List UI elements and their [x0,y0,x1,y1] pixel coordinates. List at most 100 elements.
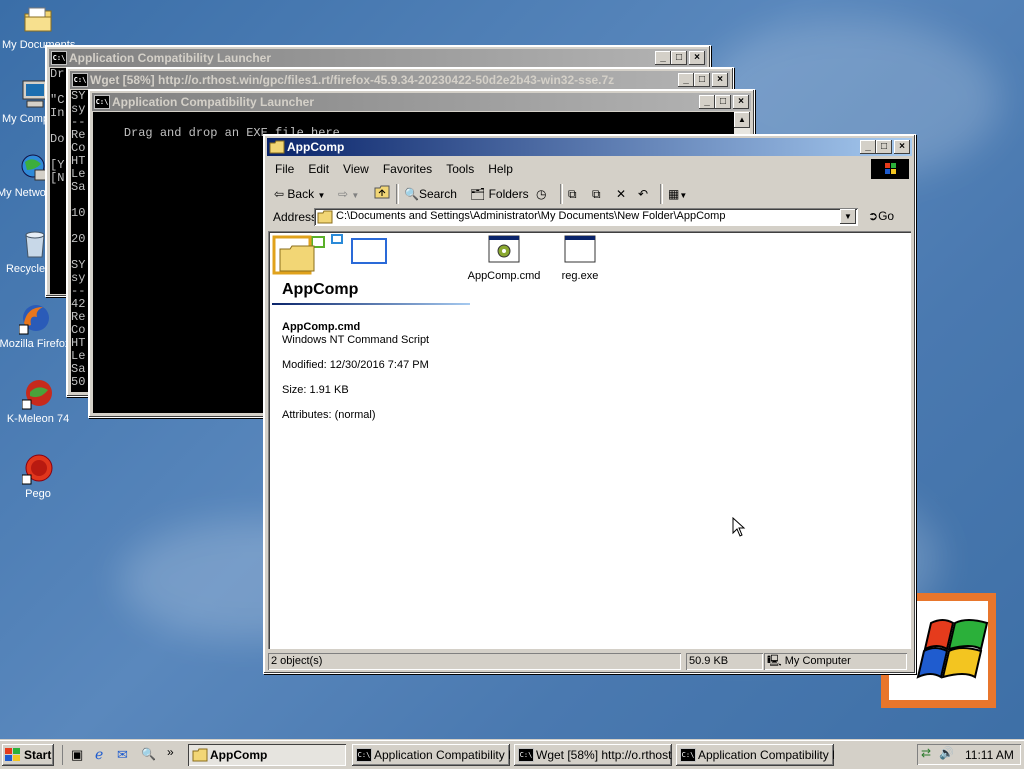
address-field[interactable]: C:\Documents and Settings\Administrator\… [314,208,858,226]
address-dropdown-button[interactable]: ▼ [840,209,856,224]
file-name: reg.exe [561,270,599,282]
menu-favorites[interactable]: Favorites [376,159,439,179]
folder-content[interactable]: AppComp AppComp.cmd Windows NT Command S… [268,231,911,649]
console-icon: C:\ [94,95,110,109]
file-item[interactable]: AppComp.cmd [464,235,544,282]
folder-heading: AppComp [282,281,359,298]
file-details-name: AppComp.cmd [282,321,361,333]
chevron-icon[interactable]: » [167,745,174,759]
history-button[interactable]: ◷ [536,185,546,203]
desktop-icon[interactable]: ▣ [71,747,83,763]
file-details-modified: Modified: 12/30/2016 7:47 PM [282,359,429,371]
maximize-button[interactable]: □ [876,140,892,154]
desktop-icon-pego[interactable]: Pego [0,453,76,500]
heading-underline [272,303,470,305]
folder-banner [270,233,388,281]
desktop-icon-my-documents[interactable]: My Documents [0,4,76,51]
system-tray: ⇄ 🔊 11:11 AM [917,744,1021,765]
task-appcomp[interactable]: AppComp [188,744,346,766]
console-icon: C:\ [356,748,372,762]
windows-throbber-icon [871,159,909,179]
desktop-icon-k-meleon[interactable]: K-Meleon 74 [0,378,76,425]
menu-view[interactable]: View [336,159,376,179]
file-details-type: Windows NT Command Script [282,334,430,346]
close-button[interactable]: × [733,95,749,109]
folder-banner-icon [272,234,387,275]
standard-toolbar: ⇦ Back ▼ ⇨ ▼ 🔍Search 🗂 Folders ◷ ⧉ ⧉ ✕ ↶… [268,182,911,206]
maximize-button[interactable]: □ [671,51,687,65]
search-button[interactable]: 🔍Search [404,185,457,203]
desktop-icon-firefox[interactable]: Mozilla Firefox [0,303,73,350]
scroll-up-button[interactable]: ▲ [734,112,750,128]
views-icon: ▦ [668,187,680,201]
cmd-script-icon [488,235,520,263]
folder-icon [192,748,208,762]
minimize-button[interactable]: _ [678,73,694,87]
file-details-attributes: Attributes: (normal) [282,409,376,421]
task-wget[interactable]: C:\ Wget [58%] http://o.rthost.... [514,744,672,766]
title-bar[interactable]: C:\ Wget [58%] http://o.rthost.win/gpc/f… [70,71,730,89]
network-tray-icon[interactable]: ⇄ [921,746,931,760]
title-bar[interactable]: C:\ Application Compatibility Launcher _… [49,49,707,67]
menu-file[interactable]: File [268,159,301,179]
go-button[interactable]: ➲Go [868,209,894,223]
file-item[interactable]: reg.exe [540,235,620,282]
folder-icon [22,4,54,36]
status-zone: 🖳 My Computer [764,653,907,670]
desktop-icon-label: K-Meleon 74 [6,413,70,425]
search-icon[interactable]: 🔍 [141,747,156,761]
maximize-button[interactable]: □ [694,73,710,87]
copy-to-button[interactable]: ⧉ [592,185,601,203]
up-folder-button[interactable] [374,185,390,203]
console-icon: C:\ [72,73,88,87]
address-bar: Address C:\Documents and Settings\Admini… [268,207,911,229]
close-button[interactable]: × [689,51,705,65]
views-button[interactable]: ▦▼ [668,185,687,203]
computer-icon: 🖳 [767,655,782,667]
status-bar: 2 object(s) 50.9 KB 🖳 My Computer [268,653,911,671]
menu-help[interactable]: Help [481,159,520,179]
sound-tray-icon[interactable]: 🔊 [939,746,954,760]
forward-button[interactable]: ⇨ ▼ [338,185,359,203]
minimize-button[interactable]: _ [655,51,671,65]
folders-icon: 🗂 [470,187,486,201]
start-button[interactable]: Start [2,744,54,766]
internet-explorer-icon[interactable]: ℯ [95,746,103,763]
minimize-button[interactable]: _ [860,140,876,154]
address-value: C:\Documents and Settings\Administrator\… [336,210,726,222]
title-bar[interactable]: C:\ Application Compatibility Launcher _… [92,93,751,111]
title-bar[interactable]: AppComp _ □ × [267,138,912,156]
window-title: AppComp [287,140,345,154]
menu-tools[interactable]: Tools [439,159,481,179]
minimize-button[interactable]: _ [699,95,715,109]
task-app-compat-1[interactable]: C:\ Application Compatibility L... [352,744,510,766]
clock[interactable]: 11:11 AM [965,748,1014,762]
close-button[interactable]: × [894,140,910,154]
console-icon: C:\ [51,51,67,65]
up-folder-icon [374,185,390,199]
status-object-count: 2 object(s) [268,653,681,670]
outlook-icon[interactable]: ✉ [117,747,128,763]
undo-button[interactable]: ↶ [638,185,648,203]
back-button[interactable]: ⇦ Back ▼ [274,185,325,203]
console-icon: C:\ [680,748,696,762]
move-to-button[interactable]: ⧉ [568,185,577,203]
folders-button[interactable]: 🗂 Folders [470,185,529,203]
task-app-compat-2[interactable]: C:\ Application Compatibility L... [676,744,834,766]
delete-button[interactable]: ✕ [616,185,626,203]
pego-icon [21,453,54,485]
address-label: Address [273,210,318,224]
folder-icon [269,140,285,154]
close-button[interactable]: × [712,73,728,87]
menu-bar: File Edit View Favorites Tools Help [268,159,911,179]
quick-launch: ▣ ℯ ✉ 🔍 » [62,745,183,765]
move-to-icon: ⧉ [568,187,577,201]
taskbar: Start ▣ ℯ ✉ 🔍 » AppComp C:\ Application … [0,740,1024,769]
delete-icon: ✕ [616,187,627,201]
menu-edit[interactable]: Edit [301,159,336,179]
explorer-window[interactable]: AppComp _ □ × File Edit View Favorites Tools… [263,134,916,674]
maximize-button[interactable]: □ [715,95,731,109]
search-icon: 🔍 [404,187,419,201]
copy-to-icon: ⧉ [592,187,601,201]
undo-icon: ↶ [638,187,649,201]
